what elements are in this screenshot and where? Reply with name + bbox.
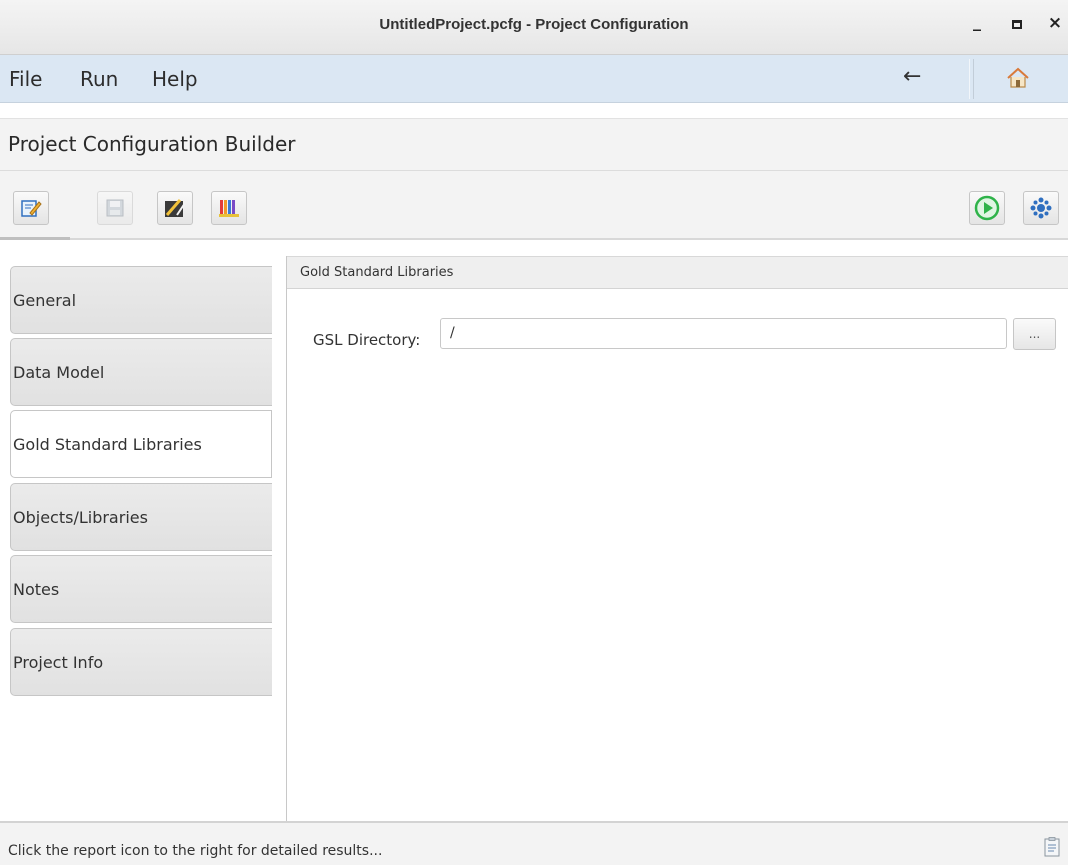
sidebar-tab-notes[interactable]: Notes bbox=[10, 555, 272, 623]
menu-help[interactable]: Help bbox=[152, 67, 198, 91]
wizard-icon bbox=[165, 199, 186, 217]
window-title: UntitledProject.pcfg - Project Configura… bbox=[379, 16, 689, 33]
page-title-bar: Project Configuration Builder bbox=[0, 118, 1068, 171]
sidebar-tab-label: Objects/Libraries bbox=[13, 508, 148, 527]
back-button[interactable]: ← bbox=[903, 64, 921, 89]
menu-file[interactable]: File bbox=[9, 67, 42, 91]
sidebar-tab-label: Project Info bbox=[13, 653, 104, 672]
sidebar: General Data Model Gold Standard Librari… bbox=[0, 241, 286, 821]
sidebar-tab-project-info[interactable]: Project Info bbox=[10, 628, 272, 696]
library-icon bbox=[219, 200, 239, 217]
library-button[interactable] bbox=[211, 191, 247, 225]
status-bar: Click the report icon to the right for d… bbox=[0, 821, 1068, 865]
sidebar-tab-general[interactable]: General bbox=[10, 266, 272, 334]
menu-separator bbox=[969, 59, 974, 99]
gsl-directory-label: GSL Directory: bbox=[313, 331, 421, 349]
run-icon bbox=[974, 195, 1000, 221]
wizard-button[interactable] bbox=[157, 191, 193, 225]
maximize-button[interactable] bbox=[1006, 14, 1028, 38]
gsl-directory-input[interactable]: / bbox=[440, 318, 1007, 349]
page-title: Project Configuration Builder bbox=[8, 132, 296, 156]
report-icon bbox=[1044, 837, 1060, 857]
sidebar-tab-label: Data Model bbox=[13, 363, 105, 382]
save-button[interactable] bbox=[97, 191, 133, 225]
run-button[interactable] bbox=[969, 191, 1005, 225]
sidebar-tab-objects-libraries[interactable]: Objects/Libraries bbox=[10, 483, 272, 551]
window-titlebar: UntitledProject.pcfg - Project Configura… bbox=[0, 0, 1068, 55]
report-button[interactable] bbox=[1044, 837, 1060, 861]
home-icon bbox=[1007, 67, 1029, 88]
sidebar-tab-label: General bbox=[13, 291, 77, 310]
toolbar-selection-indicator bbox=[0, 237, 70, 240]
close-button[interactable]: × bbox=[1044, 13, 1066, 37]
panel-title: Gold Standard Libraries bbox=[300, 265, 454, 280]
menu-run[interactable]: Run bbox=[80, 67, 118, 91]
sidebar-tab-label: Notes bbox=[13, 580, 60, 599]
settings-icon bbox=[1030, 197, 1052, 219]
menu-bar: File Run Help ← bbox=[0, 55, 1068, 103]
save-icon bbox=[106, 199, 124, 217]
sidebar-tab-data-model[interactable]: Data Model bbox=[10, 338, 272, 406]
home-button[interactable] bbox=[1006, 67, 1030, 93]
sidebar-tab-label: Gold Standard Libraries bbox=[13, 435, 202, 454]
status-text: Click the report icon to the right for d… bbox=[8, 843, 383, 859]
sidebar-tab-gold-standard-libraries[interactable]: Gold Standard Libraries bbox=[10, 410, 272, 478]
edit-button[interactable] bbox=[13, 191, 49, 225]
browse-button[interactable]: ... bbox=[1013, 318, 1056, 350]
toolbar bbox=[0, 171, 1068, 240]
maximize-icon bbox=[1012, 20, 1022, 29]
content-panel: Gold Standard Libraries GSL Directory: /… bbox=[286, 256, 1068, 821]
minimize-button[interactable]: _ bbox=[966, 12, 988, 36]
settings-button[interactable] bbox=[1023, 191, 1059, 225]
panel-header: Gold Standard Libraries bbox=[287, 256, 1068, 289]
edit-icon bbox=[21, 200, 42, 217]
